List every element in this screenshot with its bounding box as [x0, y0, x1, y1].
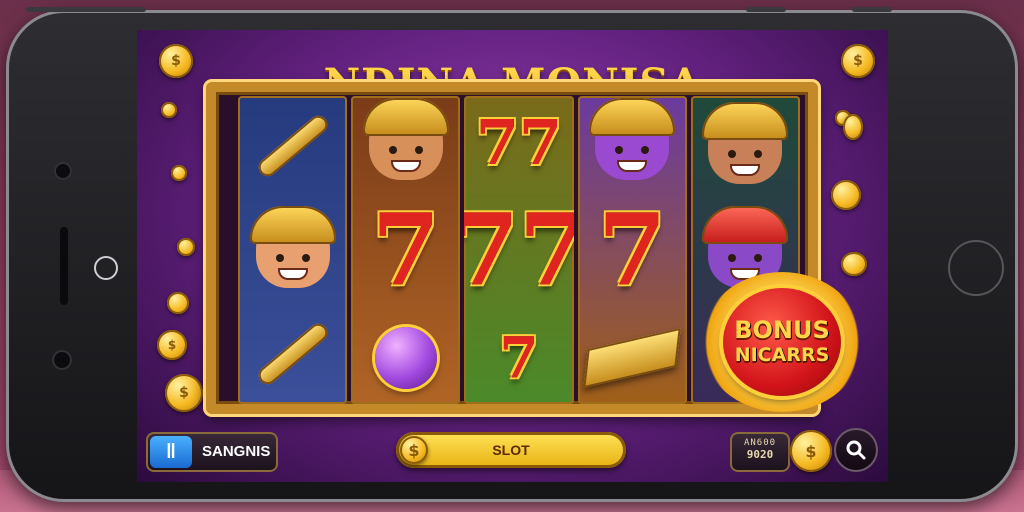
crossed-tools-icon: [254, 112, 331, 180]
reel-cell: 77: [464, 96, 573, 189]
coin-icon: [167, 292, 189, 314]
reel-3: 77 77 7: [464, 96, 574, 405]
bonus-title: BONUS: [734, 316, 830, 344]
crossed-bones-icon: [254, 320, 331, 388]
coin-icon: [171, 165, 187, 181]
coin-icon: [177, 238, 195, 256]
search-button[interactable]: [834, 428, 878, 472]
bonus-subtitle: NICARRS: [734, 344, 830, 366]
settings-label: SANGNIS: [202, 443, 271, 460]
pause-icon: ‖: [150, 436, 192, 468]
purple-knight-icon: [589, 98, 676, 181]
bonus-badge[interactable]: BONUS NICARRS: [701, 272, 863, 412]
speaker-grille: [60, 227, 68, 305]
seven-icon: 77: [475, 105, 563, 179]
seven-icon: 7: [499, 324, 539, 391]
reel-cell: [578, 96, 687, 189]
reel-cell: 7: [464, 312, 573, 405]
phone-top-button-2: [852, 7, 892, 12]
horned-warrior-icon: [362, 98, 449, 181]
reel-cell: [691, 96, 800, 196]
reel-cell: [238, 304, 347, 404]
coin-icon: $: [159, 44, 193, 78]
seven-icon: 77: [464, 192, 574, 308]
reel-cell: [238, 96, 347, 196]
reel-cell: [351, 312, 460, 405]
purple-orb-icon: [374, 326, 437, 389]
game-screen: NDINA MONISA $ $ $ $ 7: [137, 30, 888, 482]
camera-icon: [54, 162, 72, 180]
sensor-icon: [52, 350, 72, 370]
gold-bar-icon: [583, 327, 681, 388]
coin-icon: $: [165, 374, 203, 412]
reel-cell: 7: [351, 193, 460, 308]
search-icon: [846, 440, 866, 460]
coin-bet-button[interactable]: $: [790, 430, 832, 472]
reel-cell: [238, 200, 347, 300]
spin-label: SLOT: [492, 442, 530, 458]
reel-2: 7: [351, 96, 461, 405]
helmet-warrior-icon: [249, 206, 336, 288]
coin-icon: $: [157, 330, 187, 360]
phone-top-button-1: [746, 7, 786, 12]
seven-icon: 7: [598, 192, 667, 308]
credit-label: AN600: [743, 438, 777, 448]
reel-1: [238, 96, 348, 404]
settings-button[interactable]: ‖ SANGNIS: [146, 432, 278, 472]
coin-icon: [831, 180, 861, 210]
coin-icon: $: [841, 44, 875, 78]
reel-cell: [351, 96, 460, 189]
reel-cell: 7: [578, 193, 687, 308]
coin-icon: [161, 102, 177, 118]
credit-display: AN600 9020: [730, 432, 790, 472]
seven-icon: 7: [371, 192, 440, 308]
coin-icon: [843, 114, 863, 140]
spin-button[interactable]: $ SLOT: [396, 432, 626, 468]
viking-woman-icon: [702, 102, 789, 184]
credit-value: 9020: [746, 448, 774, 461]
home-button[interactable]: [948, 240, 1004, 296]
home-ring-icon: [94, 256, 118, 280]
reel-cell: 77: [464, 193, 573, 308]
reel-cell: [578, 312, 687, 405]
phone-top-button-3: [26, 7, 146, 12]
reel-4: 7: [577, 96, 687, 405]
